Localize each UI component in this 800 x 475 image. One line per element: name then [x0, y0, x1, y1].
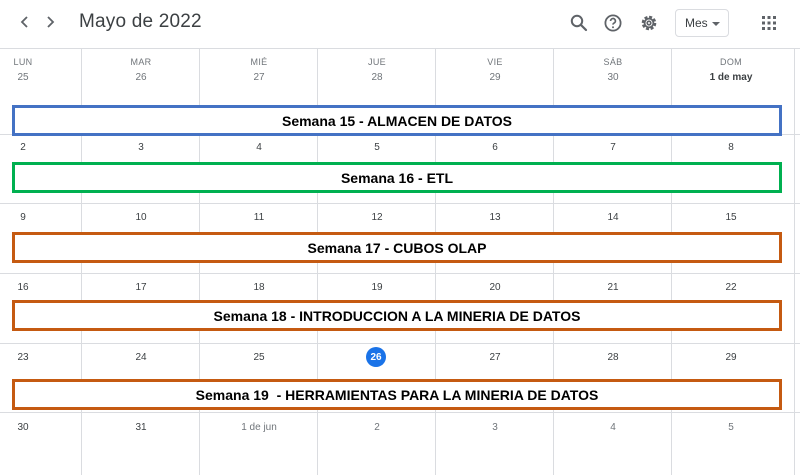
day-number[interactable]: 22 — [672, 282, 790, 293]
day-number[interactable]: 31 — [82, 422, 200, 433]
week-banner: Semana 15 - ALMACEN DE DATOS — [12, 105, 782, 136]
day-number[interactable]: 2 — [318, 422, 436, 433]
search-icon — [570, 14, 588, 32]
prev-month-button[interactable] — [13, 10, 37, 34]
chevron-left-icon — [20, 16, 28, 28]
settings-button[interactable] — [638, 12, 660, 34]
day-number[interactable]: 27 — [200, 72, 318, 83]
day-number[interactable]: 16 — [0, 282, 82, 293]
week-banner: Semana 19 - HERRAMIENTAS PARA LA MINERIA… — [12, 379, 782, 410]
grid-divider — [0, 48, 800, 49]
week-banner: Semana 17 - CUBOS OLAP — [12, 232, 782, 263]
day-number[interactable]: 29 — [672, 352, 790, 363]
day-number[interactable]: 4 — [554, 422, 672, 433]
day-number[interactable]: 12 — [318, 212, 436, 223]
today-marker[interactable]: 26 — [366, 347, 386, 367]
view-select-label: Mes — [685, 16, 708, 30]
day-number[interactable]: 15 — [672, 212, 790, 223]
day-number[interactable]: 4 — [200, 142, 318, 153]
day-number[interactable]: 26 — [82, 72, 200, 83]
next-month-button[interactable] — [38, 10, 62, 34]
grid-divider — [0, 273, 800, 274]
day-number[interactable]: 27 — [436, 352, 554, 363]
day-number[interactable]: 9 — [0, 212, 82, 223]
weekday-header: JUE — [368, 57, 386, 67]
weekday-header: LUN — [13, 57, 33, 67]
grid-divider — [0, 203, 800, 204]
day-number[interactable]: 3 — [82, 142, 200, 153]
day-number[interactable]: 3 — [436, 422, 554, 433]
day-number[interactable]: 2 — [0, 142, 82, 153]
chevron-right-icon — [47, 16, 55, 28]
view-select[interactable]: Mes — [675, 9, 729, 37]
day-number[interactable]: 30 — [554, 72, 672, 83]
weekday-header: SÁB — [603, 57, 623, 67]
day-number[interactable]: 17 — [82, 282, 200, 293]
apps-grid-icon — [762, 16, 776, 30]
grid-divider — [0, 343, 800, 344]
grid-divider — [0, 412, 800, 413]
week-banner: Semana 16 - ETL — [12, 162, 782, 193]
day-number[interactable]: 19 — [318, 282, 436, 293]
month-title: Mayo de 2022 — [79, 11, 202, 32]
day-number[interactable]: 30 — [0, 422, 82, 433]
dropdown-caret-icon — [712, 22, 720, 26]
day-number[interactable]: 1 de jun — [200, 422, 318, 433]
gear-icon — [641, 15, 657, 31]
week-banner: Semana 18 - INTRODUCCION A LA MINERIA DE… — [12, 300, 782, 331]
help-button[interactable] — [602, 12, 624, 34]
help-icon — [604, 14, 622, 32]
weekday-header: MIÉ — [250, 57, 268, 67]
day-number[interactable]: 1 de may — [672, 72, 790, 83]
apps-button[interactable] — [758, 12, 780, 34]
calendar-header: Mayo de 2022 Mes — [0, 0, 800, 48]
day-number[interactable]: 6 — [436, 142, 554, 153]
day-number[interactable]: 5 — [672, 422, 790, 433]
day-number[interactable]: 29 — [436, 72, 554, 83]
day-number[interactable]: 25 — [0, 72, 82, 83]
day-number[interactable]: 25 — [200, 352, 318, 363]
grid-divider — [794, 48, 795, 475]
weekday-header: MAR — [130, 57, 152, 67]
search-button[interactable] — [568, 12, 590, 34]
day-number[interactable]: 13 — [436, 212, 554, 223]
day-number[interactable]: 21 — [554, 282, 672, 293]
weekday-header: VIE — [487, 57, 503, 67]
day-number[interactable]: 28 — [554, 352, 672, 363]
day-number[interactable]: 8 — [672, 142, 790, 153]
weekday-header: DOM — [720, 57, 742, 67]
day-number[interactable]: 11 — [200, 212, 318, 223]
day-number[interactable]: 7 — [554, 142, 672, 153]
day-number[interactable]: 14 — [554, 212, 672, 223]
day-number[interactable]: 28 — [318, 72, 436, 83]
day-number[interactable]: 23 — [0, 352, 82, 363]
day-number[interactable]: 5 — [318, 142, 436, 153]
day-number[interactable]: 20 — [436, 282, 554, 293]
day-number[interactable]: 24 — [82, 352, 200, 363]
day-number[interactable]: 18 — [200, 282, 318, 293]
day-number[interactable]: 10 — [82, 212, 200, 223]
